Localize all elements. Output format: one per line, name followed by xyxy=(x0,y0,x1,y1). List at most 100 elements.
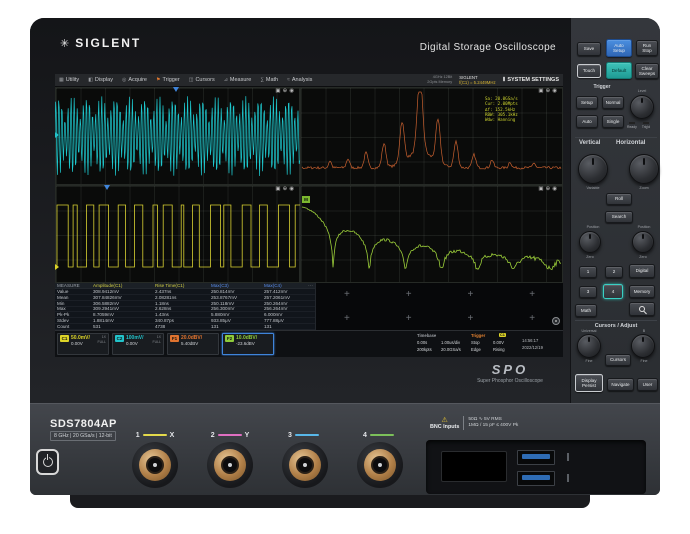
channel-1-button[interactable]: 1 xyxy=(579,266,597,278)
horizontal-scale-knob[interactable] xyxy=(629,154,659,184)
frequency-counter: SIGLENT f(C1) = 5.2449MHz xyxy=(459,74,496,85)
default-button[interactable]: Default xyxy=(606,62,632,79)
clock-time: 14:56:17 xyxy=(522,338,539,343)
channel-box-f2[interactable]: F2 10.0dBV/-23.6dBV xyxy=(222,333,274,355)
channel-3-button[interactable]: 3 xyxy=(579,286,597,298)
menu-item-analysis[interactable]: ≈ Analysis xyxy=(287,77,312,83)
user-button[interactable]: User xyxy=(637,378,658,391)
floating-settings-icon[interactable] xyxy=(552,317,560,325)
grid-quadrant-ch2: ▣⊕◉ xyxy=(55,87,300,185)
channel-number: 2 xyxy=(210,431,215,439)
digital-button[interactable]: Digital xyxy=(629,264,655,278)
add-measure-slot[interactable]: + xyxy=(440,283,502,307)
bnc-connector-3 xyxy=(282,442,328,488)
trigger-position-marker[interactable] xyxy=(104,185,110,190)
roll-button[interactable]: Roll xyxy=(606,193,632,205)
menu-item-trigger[interactable]: ⚑ Trigger xyxy=(156,77,180,83)
usb-port-1 xyxy=(517,450,555,465)
add-measure-slot[interactable]: + xyxy=(378,283,440,307)
trigger-single-button[interactable]: Single xyxy=(602,115,624,128)
channel-number: 1 xyxy=(135,431,140,439)
model-label: SDS7804AP xyxy=(50,418,117,430)
snapshot-icon[interactable]: ▣ xyxy=(275,88,282,94)
bnc-rating-text: 50Ω ∿ 5V RMS 1MΩ / 15 pF ≤ 400V Pk xyxy=(468,416,519,428)
measure-col-header: Amplitude(C1) xyxy=(93,283,123,288)
search-button[interactable]: Search xyxy=(605,211,633,223)
record-icon[interactable]: ◉ xyxy=(289,88,296,94)
trigger-position-marker[interactable] xyxy=(173,87,179,92)
add-measure-slot[interactable]: + xyxy=(316,283,378,307)
timebase-trigger-cluster[interactable]: Timebase 0.00s 200kpts 1.00us/div 20.0GS… xyxy=(415,333,561,356)
channel-color-line xyxy=(294,434,319,436)
knob-b-label: B xyxy=(642,329,646,333)
menu-item-math[interactable]: ∑ Math xyxy=(260,77,278,83)
channel-color-line xyxy=(217,434,242,436)
add-measure-slot[interactable]: + xyxy=(440,307,502,331)
measurement-table[interactable]: MEASURE Amplitude(C1) Rise Time(C1) Max(C3)… xyxy=(55,283,316,330)
input-channel-1: 1X xyxy=(127,431,183,488)
channel-box-c2[interactable]: C2 100mV/0.00V 1X FULL xyxy=(112,333,164,355)
menu-item-cursors[interactable]: ◫ Cursors xyxy=(189,77,215,83)
channel-badge: F2 xyxy=(225,335,234,342)
vertical-position-knob[interactable] xyxy=(579,231,601,253)
trigger-normal-button[interactable]: Normal xyxy=(602,96,624,109)
trigger-level-knob[interactable] xyxy=(630,95,654,119)
display-persist-button[interactable]: Display Persist xyxy=(575,374,603,392)
run-stop-button[interactable]: Run Stop xyxy=(636,40,658,56)
menu-item-display[interactable]: ◧ Display xyxy=(88,77,113,83)
ch1-ground-marker[interactable] xyxy=(55,264,59,270)
clear-sweeps-button[interactable]: Clear Sweeps xyxy=(635,63,659,79)
quadrant-corner-icons[interactable]: ▣⊕◉ xyxy=(538,88,559,94)
trigger-auto-button[interactable]: Auto xyxy=(576,115,598,128)
measure-col-header: Max(C3) xyxy=(211,283,229,288)
record-icon[interactable]: ◉ xyxy=(289,186,296,192)
trigger-setup-button[interactable]: Setup xyxy=(576,96,598,109)
ready-led: Ready xyxy=(627,122,637,129)
trigger-type: Edge xyxy=(471,347,481,352)
memory-button[interactable]: Memory xyxy=(629,285,655,298)
spo-wordmark: SPO xyxy=(491,362,529,377)
trigger-section-label: Trigger xyxy=(593,84,611,90)
vertical-scale-knob[interactable] xyxy=(578,154,608,184)
channel-2-button[interactable]: 2 xyxy=(605,266,623,278)
quadrant-corner-icons[interactable]: ▣⊕◉ xyxy=(538,186,559,192)
timebase-delay: 0.00s xyxy=(417,340,428,345)
channel-box-c1[interactable]: C1 50.0mV/0.00V 1X FULL xyxy=(57,333,109,355)
auto-setup-button[interactable]: Auto Setup xyxy=(606,39,632,57)
add-measure-slot[interactable]: + xyxy=(378,307,440,331)
math-button[interactable]: Math xyxy=(575,304,597,317)
quadrant-corner-icons[interactable]: ▣⊕◉ xyxy=(275,88,296,94)
trigd-led: Trig'd xyxy=(642,122,650,129)
oscilloscope-device: ✳ SIGLENT Digital Storage Oscilloscope ▦… xyxy=(0,0,690,534)
snapshot-icon[interactable]: ▣ xyxy=(538,88,545,94)
menu-item-acquire[interactable]: ◎ Acquire xyxy=(122,77,147,83)
navigate-button[interactable]: Navigate xyxy=(607,378,634,391)
add-measure-slot[interactable]: + xyxy=(316,307,378,331)
record-icon[interactable]: ◉ xyxy=(552,88,559,94)
add-measure-slot[interactable]: + xyxy=(501,283,563,307)
horizontal-position-knob[interactable] xyxy=(632,231,654,253)
channel-4-button[interactable]: 4 xyxy=(603,284,623,299)
math-trace-marker[interactable]: M xyxy=(302,196,310,203)
adjust-knob-b[interactable] xyxy=(631,334,655,358)
cursors-button[interactable]: Cursors xyxy=(605,354,631,366)
menu-item-utility[interactable]: ▦ Utility xyxy=(59,77,79,83)
quadrant-corner-icons[interactable]: ▣⊕◉ xyxy=(275,186,296,192)
menu-item-measure[interactable]: ⊿ Measure xyxy=(224,77,252,83)
power-button[interactable] xyxy=(36,449,59,475)
more-icon[interactable]: ⋯ xyxy=(308,283,313,289)
fine-push-label: Fine xyxy=(585,359,593,363)
touch-button[interactable]: Touch xyxy=(577,64,601,78)
trigger-flag-icon: ⚑ xyxy=(156,77,161,83)
snapshot-icon[interactable]: ▣ xyxy=(538,186,545,192)
system-settings-button[interactable]: Ⅱ SYSTEM SETTINGS xyxy=(503,77,559,83)
zoom-magnifier-button[interactable] xyxy=(629,302,655,316)
record-icon[interactable]: ◉ xyxy=(552,186,559,192)
adjust-knob-a[interactable] xyxy=(577,334,601,358)
channel-box-f1[interactable]: F1 20.0dBV/5.40dBV xyxy=(167,333,219,355)
snapshot-icon[interactable]: ▣ xyxy=(275,186,282,192)
ch2-ground-marker[interactable] xyxy=(55,132,59,138)
save-button[interactable]: Save xyxy=(577,42,601,56)
vertical-zero-label: Zero xyxy=(586,255,594,259)
timebase-scale: 1.00us/div xyxy=(441,340,461,345)
